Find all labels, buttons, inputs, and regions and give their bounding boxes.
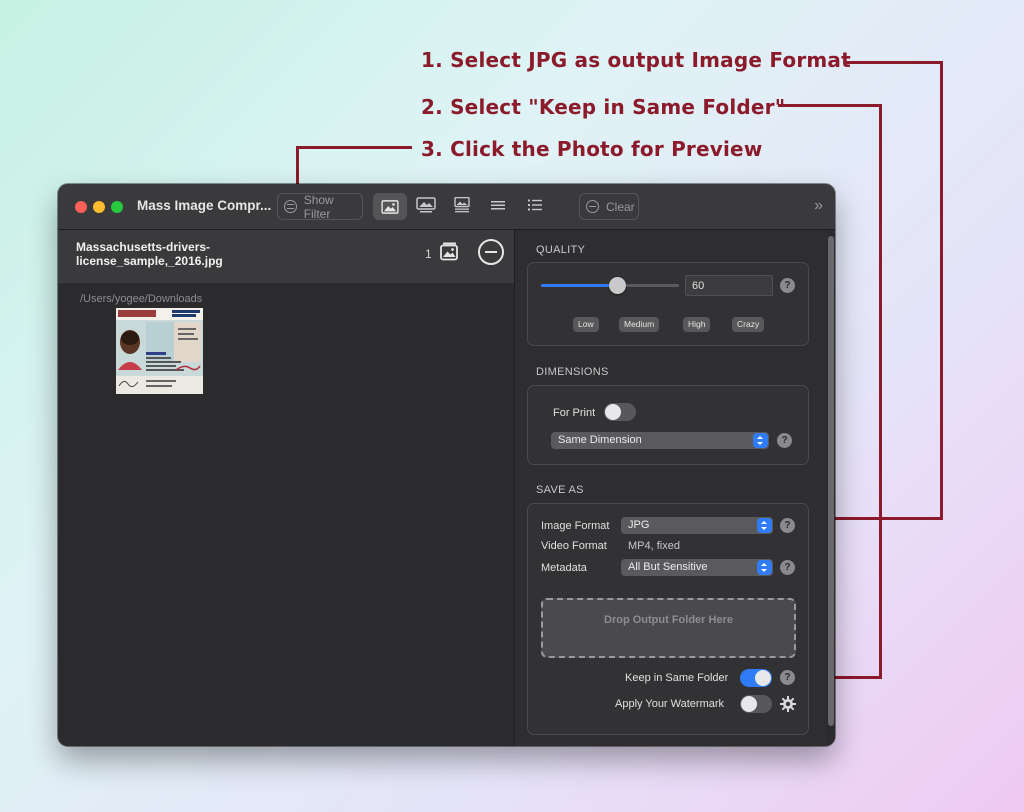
dimensions-box: For Print Same Dimension ? xyxy=(527,385,809,465)
quality-value-input[interactable]: 60 xyxy=(685,275,773,296)
for-print-label: For Print xyxy=(553,407,596,419)
scrollbar-thumb[interactable] xyxy=(828,236,834,726)
chevron-updown-icon xyxy=(753,433,768,448)
connector-line xyxy=(778,104,882,107)
quality-help-icon[interactable]: ? xyxy=(780,278,795,293)
file-name-line-1: Massachusetts-drivers- xyxy=(76,240,211,254)
settings-pane: QUALITY 60 ? Low Medium High Crazy DIMEN… xyxy=(515,230,835,746)
preset-high-button[interactable]: High xyxy=(683,317,711,332)
view-detail-list-button[interactable] xyxy=(525,197,545,213)
minus-circle-icon xyxy=(586,200,599,213)
gear-icon[interactable] xyxy=(780,696,796,712)
connector-line xyxy=(879,104,882,679)
preset-crazy-button[interactable]: Crazy xyxy=(732,317,765,332)
image-stack-icon xyxy=(440,242,458,261)
keep-same-folder-help-icon[interactable]: ? xyxy=(780,670,795,685)
connector-line xyxy=(940,61,943,520)
filter-icon xyxy=(284,200,297,213)
keep-same-folder-label: Keep in Same Folder xyxy=(625,672,729,684)
image-format-select[interactable]: JPG xyxy=(621,517,773,534)
video-format-label: Video Format xyxy=(541,540,607,552)
keep-same-folder-toggle[interactable] xyxy=(740,669,772,687)
video-format-value: MP4, fixed xyxy=(628,540,680,552)
view-large-thumbnails-button[interactable] xyxy=(373,193,407,220)
view-list-button[interactable] xyxy=(488,197,508,213)
title-bar: Mass Image Compr... Show Filter Clear » xyxy=(58,184,835,230)
window-title: Mass Image Compr... xyxy=(137,198,272,213)
file-name: Massachusetts-drivers- license_sample,_2… xyxy=(76,240,223,268)
divider xyxy=(58,282,514,283)
show-filter-label: Show Filter xyxy=(303,192,334,221)
folder-path: /Users/yogee/Downloads xyxy=(80,293,203,305)
show-filter-button[interactable]: Show Filter xyxy=(277,192,363,221)
save-as-section-label: SAVE AS xyxy=(536,484,584,496)
preset-low-button[interactable]: Low xyxy=(573,317,599,332)
list-icon xyxy=(491,201,505,210)
quality-slider-fill xyxy=(541,284,617,287)
settings-scrollbar[interactable] xyxy=(827,230,835,746)
chevron-updown-icon xyxy=(757,518,772,533)
app-window: Mass Image Compr... Show Filter Clear » … xyxy=(58,184,835,746)
dimension-select-value: Same Dimension xyxy=(558,434,642,446)
dimensions-section-label: DIMENSIONS xyxy=(536,366,609,378)
image-format-label: Image Format xyxy=(541,520,610,532)
metadata-value: All But Sensitive xyxy=(628,561,708,573)
quality-slider[interactable] xyxy=(541,277,679,294)
annotation-step-2: 2. Select "Keep in Same Folder" xyxy=(421,95,786,119)
annotation-step-3: 3. Click the Photo for Preview xyxy=(421,137,763,161)
zoom-window-button[interactable] xyxy=(111,201,123,213)
file-list-pane: Massachusetts-drivers- license_sample,_2… xyxy=(58,230,514,746)
for-print-toggle[interactable] xyxy=(604,403,636,421)
image-thumbnail[interactable] xyxy=(116,308,203,394)
view-medium-thumbnails-button[interactable] xyxy=(416,197,436,213)
image-format-value: JPG xyxy=(628,519,650,531)
image-format-help-icon[interactable]: ? xyxy=(780,518,795,533)
quality-box: 60 ? Low Medium High Crazy xyxy=(527,262,809,346)
metadata-select[interactable]: All But Sensitive xyxy=(621,559,773,576)
toggle-knob xyxy=(605,404,621,420)
quality-section-label: QUALITY xyxy=(536,244,586,256)
file-count: 1 xyxy=(425,247,432,261)
connector-line xyxy=(845,61,943,64)
chevron-double-right-icon[interactable]: » xyxy=(814,197,823,215)
save-as-box: Image Format JPG ? Video Format MP4, fix… xyxy=(527,503,809,735)
selected-file-row[interactable]: Massachusetts-drivers- license_sample,_2… xyxy=(58,230,514,282)
dimension-help-icon[interactable]: ? xyxy=(777,433,792,448)
preset-medium-button[interactable]: Medium xyxy=(619,317,660,332)
metadata-help-icon[interactable]: ? xyxy=(780,560,795,575)
close-window-button[interactable] xyxy=(75,201,87,213)
watermark-label: Apply Your Watermark xyxy=(615,698,725,710)
clear-label: Clear xyxy=(606,199,635,214)
dimension-select[interactable]: Same Dimension xyxy=(551,432,769,449)
file-name-line-2: license_sample,_2016.jpg xyxy=(76,254,223,268)
view-small-thumbnails-button[interactable] xyxy=(452,196,472,213)
chevron-updown-icon xyxy=(757,560,772,575)
watermark-toggle[interactable] xyxy=(740,695,772,713)
remove-file-button[interactable] xyxy=(478,239,504,265)
output-folder-drop-zone[interactable]: Drop Output Folder Here xyxy=(541,598,796,658)
annotation-step-1: 1. Select JPG as output Image Format xyxy=(421,48,851,72)
toggle-knob xyxy=(755,670,771,686)
image-small-icon xyxy=(454,196,470,213)
image-large-icon xyxy=(381,199,399,214)
metadata-label: Metadata xyxy=(541,562,587,574)
quality-slider-knob[interactable] xyxy=(608,277,626,294)
connector-line xyxy=(296,146,412,149)
detail-list-icon xyxy=(528,199,542,211)
clear-button[interactable]: Clear xyxy=(579,193,639,220)
image-medium-icon xyxy=(416,197,436,213)
minimize-window-button[interactable] xyxy=(93,201,105,213)
toggle-knob xyxy=(741,696,757,712)
